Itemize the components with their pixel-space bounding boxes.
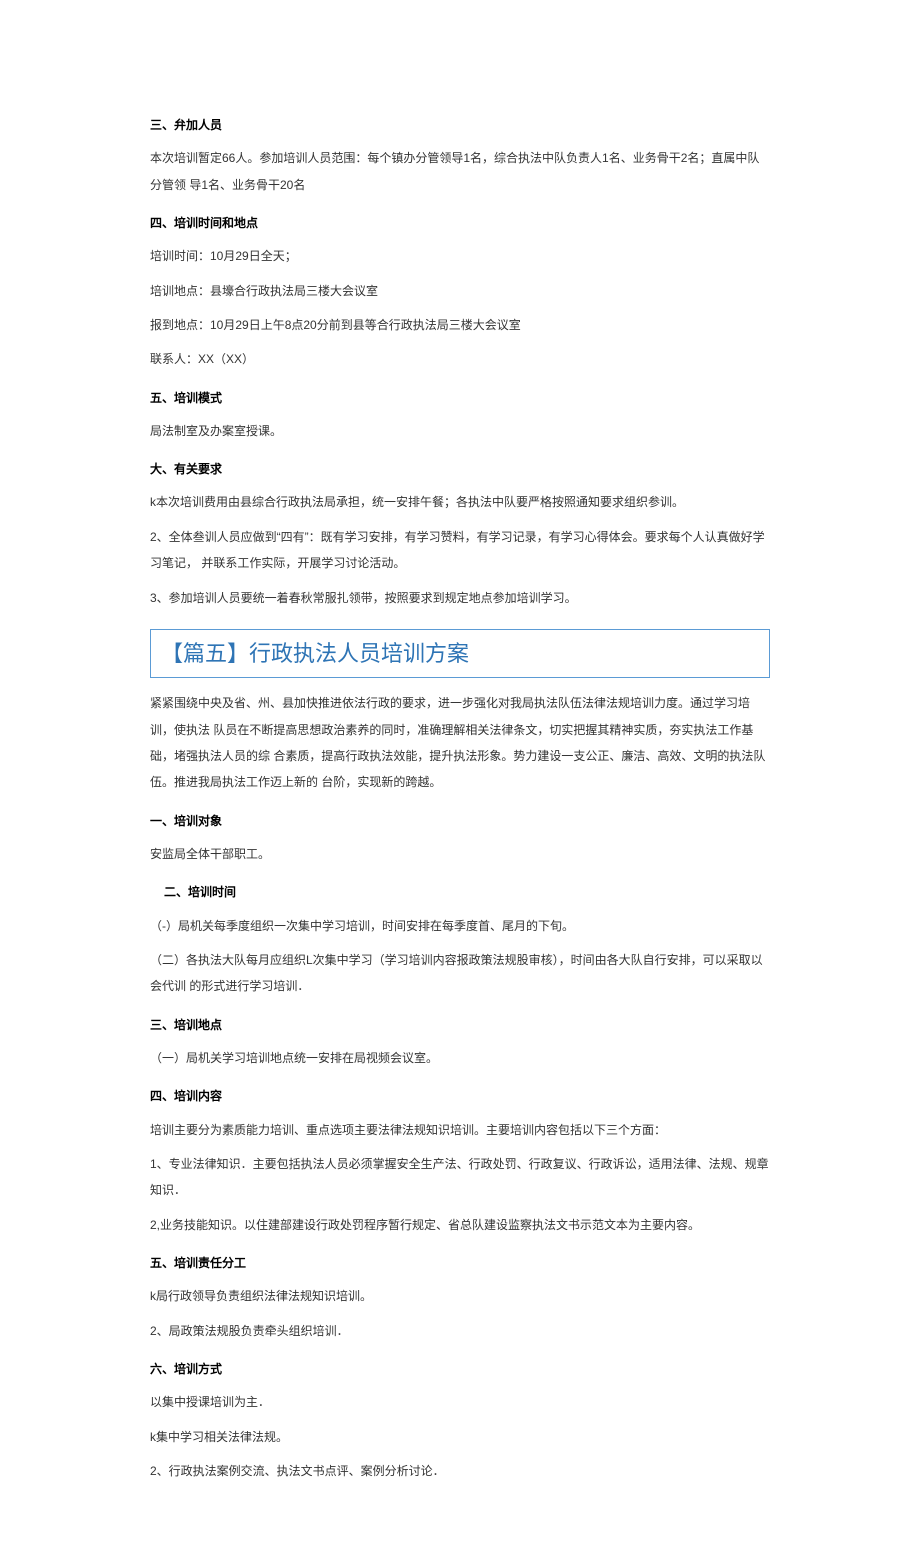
text-content-2: 2,业务技能知识。以住建部建设行政处罚程序暂行规定、省总队建设监察执法文书示范文… [150, 1212, 770, 1238]
heading-mode: 五、培训模式 [150, 389, 770, 408]
text-method-2: 2、行政执法案例交流、执法文书点评、案例分析讨论． [150, 1458, 770, 1484]
text-duty-1: k局行政领导负责组织法律法规知识培训。 [150, 1283, 770, 1309]
text-req-3: 3、参加培训人员要统一着春秋常服扎领带，按照要求到规定地点参加培训学习。 [150, 585, 770, 611]
text-target: 安监局全体干部职工。 [150, 841, 770, 867]
heading-duty: 五、培训责任分工 [150, 1254, 770, 1273]
text-method-intro: 以集中授课培训为主． [150, 1389, 770, 1415]
text-mode: 局法制室及办案室授课。 [150, 418, 770, 444]
heading-method: 六、培训方式 [150, 1360, 770, 1379]
section-5-bracket: 【篇五】 [161, 641, 249, 666]
text-participants: 本次培训暂定66人。参加培训人员范围：每个镇办分管领导1名，综合执法中队负责人1… [150, 145, 770, 198]
text-contact: 联系人：XX（XX） [150, 346, 770, 372]
text-method-1: k集中学习相关法律法规。 [150, 1424, 770, 1450]
text-place: 培训地点：县壕合行政执法局三楼大会议室 [150, 278, 770, 304]
heading-training-place: 三、培训地点 [150, 1016, 770, 1035]
heading-requirements: 大、有关要求 [150, 460, 770, 479]
text-checkin: 报到地点：10月29日上午8点20分前到县等合行政执法局三楼大会议室 [150, 312, 770, 338]
text-req-1: k本次培训费用由县综合行政执法局承担，统一安排午餐；各执法中队要严格按照通知要求… [150, 489, 770, 515]
text-time: 培训时间：10月29日全天； [150, 243, 770, 269]
section-5-title-box: 【篇五】行政执法人员培训方案 [150, 629, 770, 678]
heading-participants: 三、弁加人员 [150, 116, 770, 135]
text-time-2: （二）各执法大队每月应组织L次集中学习（学习培训内容报政策法规股审核），时间由各… [150, 947, 770, 1000]
text-req-2: 2、全体叁训人员应做到“四有”：既有学习安排，有学习赞料，有学习记录，有学习心得… [150, 524, 770, 577]
heading-training-time: 二、培训时间 [150, 883, 770, 902]
text-place-1: （一）局机关学习培训地点统一安排在局视频会议室。 [150, 1045, 770, 1071]
section-5-title: 行政执法人员培训方案 [249, 641, 469, 666]
heading-target: 一、培训对象 [150, 812, 770, 831]
heading-time-place: 四、培训时间和地点 [150, 214, 770, 233]
text-duty-2: 2、局政策法规股负责牵头组织培训． [150, 1318, 770, 1344]
text-time-1: （-）局机关每季度组织一次集中学习培训，时间安排在每季度首、尾月的下旬。 [150, 913, 770, 939]
text-content-1: 1、专业法律知识．主要包括执法人员必须掌握安全生产法、行政处罚、行政复议、行政诉… [150, 1151, 770, 1204]
text-intro: 紧紧围绕中央及省、州、县加快推进依法行政的要求，进一步强化对我局执法队伍法律法规… [150, 690, 770, 796]
heading-training-content: 四、培训内容 [150, 1087, 770, 1106]
text-content-intro: 培训主要分为素质能力培训、重点选项主要法律法规知识培训。主要培训内容包括以下三个… [150, 1117, 770, 1143]
